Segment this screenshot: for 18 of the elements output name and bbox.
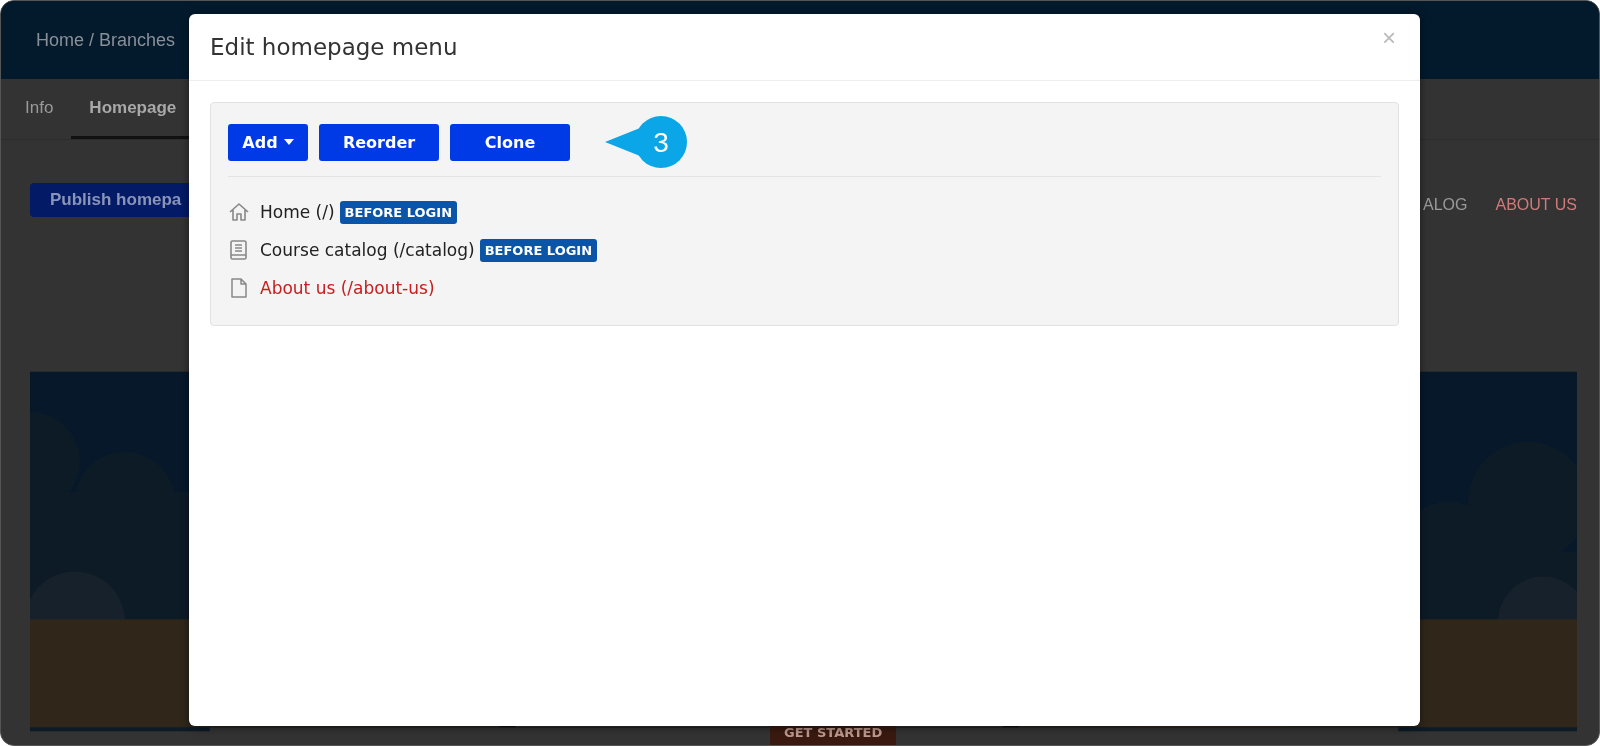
action-button[interactable]: Clone: [450, 123, 570, 161]
login-badge: BEFORE LOGIN: [479, 238, 598, 262]
action-button[interactable]: Reorder: [319, 123, 439, 161]
modal-title: Edit homepage menu: [210, 34, 458, 60]
home-icon: [228, 201, 250, 223]
login-badge: BEFORE LOGIN: [339, 200, 457, 224]
menu-item[interactable]: About us (/about-us): [260, 278, 435, 298]
step-callout: 3: [605, 116, 687, 168]
tab[interactable]: Info: [7, 79, 72, 139]
menu-item[interactable]: Home (/): [260, 202, 335, 222]
caret-icon: [283, 139, 294, 145]
nav-link[interactable]: ABOUT US: [1495, 196, 1577, 214]
document-icon: [228, 277, 250, 299]
add-button[interactable]: Add: [228, 123, 308, 161]
nav-link[interactable]: ALOG: [1423, 196, 1468, 214]
book-icon: [228, 239, 250, 261]
menu-item[interactable]: Course catalog (/catalog): [260, 240, 475, 260]
breadcrumb[interactable]: Home / Branches: [36, 29, 176, 51]
